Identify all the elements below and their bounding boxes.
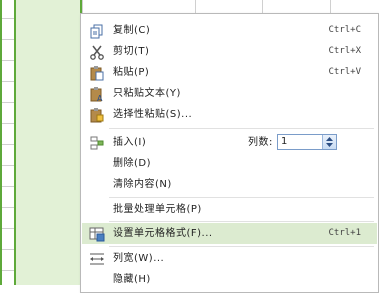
menu-item-hide[interactable]: 隐藏(H)	[82, 269, 377, 290]
menu-item-paste-special[interactable]: 选择性粘贴(S)...	[82, 104, 377, 125]
menu-item-label: 粘贴(P)	[113, 67, 150, 78]
menu-item-label: 批量处理单元格(P)	[113, 204, 202, 215]
svg-text:A: A	[97, 94, 103, 102]
paste-text-icon: A	[89, 86, 105, 103]
menu-item-label: 列宽(W)...	[113, 253, 165, 264]
menu-item-shortcut: Ctrl+X	[328, 46, 361, 56]
menu-separator	[109, 246, 374, 247]
menu-item-shortcut: Ctrl+C	[328, 25, 361, 35]
menu-item-insert[interactable]: 插入(I) 列数: 1	[82, 132, 377, 153]
menu-item-label: 复制(C)	[113, 25, 151, 36]
format-cells-icon	[89, 226, 105, 242]
menu-item-shortcut: Ctrl+V	[328, 67, 361, 77]
selection-edge	[0, 0, 2, 285]
menu-item-label: 清除内容(N)	[113, 179, 172, 190]
menu-item-clear-contents[interactable]: 清除内容(N)	[82, 174, 377, 195]
menu-separator	[109, 128, 374, 129]
stepper-buttons[interactable]	[322, 135, 336, 149]
insert-icon	[89, 135, 105, 151]
menu-item-label: 选择性粘贴(S)...	[113, 109, 193, 120]
menu-item-format-cells[interactable]: 设置单元格格式(F)... Ctrl+1	[82, 223, 377, 244]
stepper-arrows-icon	[326, 137, 333, 147]
column-count-value[interactable]: 1	[281, 135, 287, 149]
paste-icon	[89, 65, 105, 81]
copy-icon	[89, 23, 105, 39]
menu-separator	[109, 221, 374, 222]
menu-item-batch-cells[interactable]: 批量处理单元格(P)	[82, 199, 377, 220]
column-count-stepper[interactable]: 1	[277, 134, 337, 150]
menu-item-shortcut: Ctrl+1	[328, 228, 361, 238]
menu-item-paste[interactable]: 粘贴(P) Ctrl+V	[82, 62, 377, 83]
menu-item-label: 插入(I)	[113, 137, 147, 148]
column-count-label: 列数:	[248, 137, 273, 148]
paste-special-icon	[89, 107, 105, 123]
selected-column[interactable]	[14, 0, 82, 285]
menu-item-label: 删除(D)	[113, 158, 152, 169]
menu-item-label: 隐藏(H)	[113, 274, 151, 285]
menu-item-copy[interactable]: 复制(C) Ctrl+C	[82, 20, 377, 41]
cut-icon	[89, 44, 105, 60]
context-menu: 复制(C) Ctrl+C 剪切(T) Ctrl+X 粘贴(P) Ctrl+V A…	[80, 13, 379, 293]
menu-item-cut[interactable]: 剪切(T) Ctrl+X	[82, 41, 377, 62]
menu-item-delete[interactable]: 删除(D)	[82, 153, 377, 174]
menu-separator	[109, 197, 374, 198]
menu-item-label: 设置单元格格式(F)...	[113, 228, 213, 239]
menu-item-label: 剪切(T)	[113, 46, 150, 57]
menu-item-label: 只粘贴文本(Y)	[113, 88, 181, 99]
menu-item-paste-text-only[interactable]: A 只粘贴文本(Y)	[82, 83, 377, 104]
column-width-icon	[89, 251, 105, 267]
menu-item-column-width[interactable]: 列宽(W)...	[82, 248, 377, 269]
